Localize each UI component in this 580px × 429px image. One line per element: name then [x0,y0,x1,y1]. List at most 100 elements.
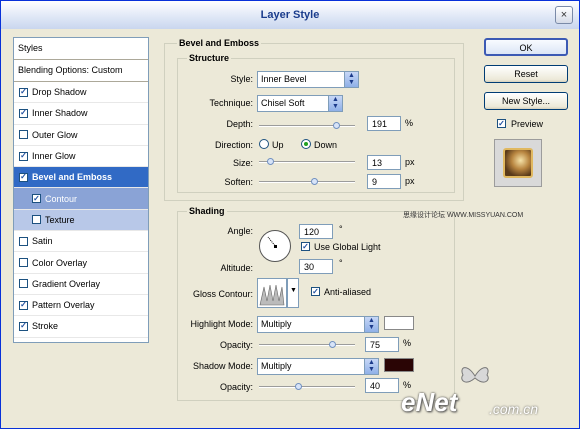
soften-input[interactable]: 9 [367,174,401,189]
preview-swatch [503,148,533,178]
style-item-checkbox[interactable] [19,172,28,182]
style-item-label: Drop Shadow [32,87,87,98]
soften-slider[interactable] [259,178,355,185]
highlight-opacity-input[interactable]: 75 [365,337,399,352]
style-item-label: Outer Glow [32,129,78,140]
angle-dial-icon [267,236,277,248]
ok-button[interactable]: OK [484,38,568,56]
brand-domain: .com.cn [489,401,539,417]
style-item-checkbox[interactable] [19,108,28,118]
style-item-checkbox[interactable] [19,151,28,161]
style-select-value: Inner Bevel [261,74,307,84]
angle-dial[interactable] [259,230,291,262]
anti-aliased-label[interactable]: Anti-aliased [324,287,371,297]
size-slider-thumb[interactable] [267,158,274,165]
close-button[interactable]: × [555,6,573,24]
direction-up-radio[interactable] [259,139,269,149]
style-item-label: Inner Shadow [32,108,88,119]
new-style-button[interactable]: New Style... [484,92,568,110]
style-item-label: Satin [32,236,53,247]
shadow-mode-arrow-icon: ▲ ▼ [364,359,378,374]
depth-label: Depth: [226,119,253,129]
highlight-mode-label: Highlight Mode: [190,319,253,329]
style-item-checkbox[interactable] [19,87,28,97]
highlight-color-swatch[interactable] [384,316,414,330]
style-item-checkbox[interactable] [19,258,28,268]
style-item-bevel-and-emboss[interactable]: Bevel and Emboss [14,167,148,189]
style-item-checkbox[interactable] [19,321,28,331]
gloss-contour-picker[interactable] [257,278,287,308]
style-item-checkbox[interactable] [19,130,28,140]
shadow-opacity-slider[interactable] [259,383,355,390]
global-light-checkbox[interactable] [301,242,310,251]
style-item-label: Stroke [32,321,59,332]
preview-label[interactable]: Preview [511,119,543,129]
butterfly-icon [461,367,489,383]
style-item-gradient-overlay[interactable]: Gradient Overlay [14,274,148,295]
altitude-input[interactable]: 30 [299,259,333,274]
style-item-label: Inner Glow [32,151,76,162]
direction-down-label[interactable]: Down [314,140,337,150]
style-item-stroke[interactable]: Stroke [14,316,148,338]
size-slider[interactable] [259,158,355,165]
style-item-checkbox[interactable] [19,279,28,289]
style-item-checkbox[interactable] [19,236,28,246]
angle-input[interactable]: 120 [299,224,333,239]
style-item-label: Pattern Overlay [32,300,95,311]
style-select[interactable]: Inner Bevel ▲ ▼ [257,71,359,88]
style-select-arrow-icon: ▲ ▼ [344,72,358,87]
size-unit: px [405,157,415,167]
direction-down-radio[interactable] [301,139,311,149]
structure-title: Structure [187,53,232,63]
highlight-mode-select[interactable]: Multiply ▲ ▼ [257,316,379,333]
shadow-mode-label: Shadow Mode: [192,361,253,371]
style-item-inner-shadow[interactable]: Inner Shadow [14,103,148,125]
shadow-opacity-input[interactable]: 40 [365,378,399,393]
soften-unit: px [405,176,415,186]
depth-slider[interactable] [259,122,355,129]
style-item-pattern-overlay[interactable]: Pattern Overlay [14,295,148,317]
technique-select-value: Chisel Soft [261,98,305,108]
shadow-mode-select[interactable]: Multiply ▲ ▼ [257,358,379,375]
shadow-opacity-thumb[interactable] [295,383,302,390]
window-title: Layer Style [260,9,320,21]
depth-slider-thumb[interactable] [333,122,340,129]
style-item-label: Color Overlay [32,257,88,268]
bevel-emboss-title: Bevel and Emboss [177,38,262,48]
style-item-satin[interactable]: Satin [14,231,148,253]
highlight-opacity-slider[interactable] [259,341,355,348]
direction-up-label[interactable]: Up [272,140,284,150]
preview-checkbox[interactable] [497,119,506,128]
styles-list: Styles Blending Options: Custom Drop Sha… [13,37,149,343]
styles-header[interactable]: Styles [14,38,148,60]
altitude-unit: ° [339,258,343,268]
style-item-label: Gradient Overlay [32,278,101,289]
soften-slider-thumb[interactable] [311,178,318,185]
reset-button[interactable]: Reset [484,65,568,83]
shadow-opacity-label: Opacity: [219,382,253,392]
gloss-contour-label: Gloss Contour: [192,289,253,299]
global-light-label[interactable]: Use Global Light [314,242,381,252]
style-item-outer-glow[interactable]: Outer Glow [14,125,148,146]
anti-aliased-checkbox[interactable] [311,287,320,296]
style-item-drop-shadow[interactable]: Drop Shadow [14,82,148,104]
style-item-contour[interactable]: Contour [14,188,148,210]
style-item-color-overlay[interactable]: Color Overlay [14,252,148,274]
style-item-texture[interactable]: Texture [14,209,148,232]
blending-options-item[interactable]: Blending Options: Custom [14,60,148,82]
style-item-checkbox[interactable] [32,194,41,204]
technique-select[interactable]: Chisel Soft ▲ ▼ [257,95,343,112]
title-bar: Layer Style × [1,1,579,29]
style-item-checkbox[interactable] [19,300,28,310]
style-label: Style: [230,74,253,84]
style-item-inner-glow[interactable]: Inner Glow [14,146,148,168]
style-item-label: Contour [45,193,78,204]
gloss-contour-icon [259,284,285,306]
gloss-contour-dropdown[interactable]: ▼ [287,278,299,308]
size-input[interactable]: 13 [367,155,401,170]
style-item-checkbox[interactable] [32,215,41,225]
depth-input[interactable]: 191 [367,116,401,131]
shadow-color-swatch[interactable] [384,358,414,372]
highlight-mode-arrow-icon: ▲ ▼ [364,317,378,332]
highlight-opacity-thumb[interactable] [329,341,336,348]
